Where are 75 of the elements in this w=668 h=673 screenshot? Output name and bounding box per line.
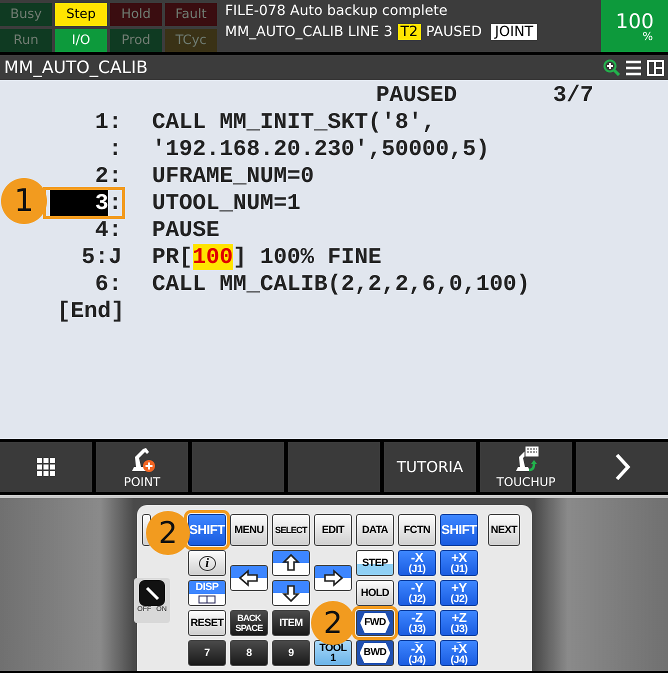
code-line[interactable]: CALL MM_CALIB(2,2,2,6,0,100) [152, 270, 530, 296]
pendant-key[interactable]: -X (J4) [398, 640, 436, 666]
code-line[interactable]: '192.168.20.230',50000,5) [152, 136, 490, 162]
status-lamp: Run [0, 29, 52, 52]
next-button[interactable] [576, 442, 668, 492]
status-lamp: TCyc [165, 29, 217, 52]
line-number[interactable]: 2: [88, 162, 122, 188]
line-position: 3/7 [553, 82, 594, 108]
pendant-key[interactable]: 9 [272, 640, 310, 666]
chevron-right-icon [614, 453, 630, 481]
pendant-key[interactable]: +Y (J2) [440, 580, 478, 606]
coord-system: JOINT [490, 24, 538, 40]
status-lamp: Busy [0, 3, 52, 26]
status-lamp: Prod [110, 29, 162, 52]
pendant-key[interactable]: SELECT [272, 514, 310, 546]
code-line[interactable]: UFRAME_NUM=0 [152, 162, 314, 188]
line-number[interactable]: 1: [88, 108, 122, 134]
arrow-key[interactable] [272, 580, 310, 606]
line-number[interactable]: 4: [88, 216, 122, 242]
arrow-key[interactable] [272, 550, 310, 576]
override-display: 100 % [601, 0, 668, 52]
function-key[interactable]: TOUCHUP [480, 442, 572, 492]
arrow-key[interactable] [230, 565, 268, 591]
pendant-key[interactable]: BACK SPACE [230, 610, 268, 636]
pendant-key[interactable]: RESET [188, 610, 226, 636]
pendant-key[interactable]: HOLD [356, 580, 394, 606]
code-line[interactable]: UTOOL_NUM=1 [152, 190, 301, 216]
pendant-key[interactable]: -Z (J3) [398, 610, 436, 636]
arrow-up-icon [281, 553, 301, 573]
menu-button[interactable] [0, 442, 92, 492]
menu-icon[interactable] [625, 60, 642, 76]
split-window-icon [198, 595, 216, 604]
pendant-key[interactable]: DATA [356, 514, 394, 546]
status-lamp: I/O [55, 29, 107, 52]
pendant-key[interactable]: -X (J1) [398, 550, 436, 576]
pendant-key[interactable]: +X (J1) [440, 550, 478, 576]
arrow-down-icon [281, 583, 301, 603]
pendant-key[interactable]: 8 [230, 640, 268, 666]
function-key[interactable]: TUTORIA [384, 442, 476, 492]
layout-icon[interactable] [647, 60, 664, 76]
pendant-key[interactable]: STEP [356, 550, 394, 576]
code-line[interactable]: PAUSE [152, 216, 220, 242]
arrow-left-icon [239, 568, 259, 588]
program-title: MM_AUTO_CALIB [4, 58, 149, 78]
line-number[interactable]: : [102, 136, 122, 162]
grid-icon [37, 458, 55, 476]
line-number[interactable]: 6: [88, 270, 122, 296]
status-lamp: Hold [110, 3, 162, 26]
pendant-key[interactable]: ITEM [272, 610, 310, 636]
pendant-key[interactable]: FCTN [398, 514, 436, 546]
function-key[interactable]: POINT [96, 442, 188, 492]
pendant-key[interactable]: SHIFT [440, 514, 478, 546]
alarm-message: FILE-078 Auto backup complete [225, 3, 448, 19]
code-line[interactable]: PR[100] 100% FINE [138, 244, 382, 270]
pendant-key[interactable]: 7 [188, 640, 226, 666]
mode-tag: T2 [398, 24, 421, 40]
pendant-key[interactable]: +X (J4) [440, 640, 478, 666]
status-text: MM_AUTO_CALIB LINE 3 [225, 24, 392, 40]
status-text: PAUSED [426, 24, 482, 40]
arrow-key[interactable] [314, 565, 352, 591]
pendant-key[interactable]: BWD [356, 640, 394, 666]
zoom-in-icon[interactable] [603, 59, 620, 76]
line-number[interactable]: 5:J [75, 244, 122, 270]
program-state: PAUSED [376, 82, 458, 108]
arrow-right-icon [323, 568, 343, 588]
status-lamp: Step [55, 3, 107, 26]
code-line[interactable]: CALL MM_INIT_SKT('8', [152, 108, 436, 134]
pendant-key[interactable]: EDIT [314, 514, 352, 546]
pendant-key[interactable]: NEXT [488, 514, 520, 546]
end-marker: [End] [57, 298, 125, 324]
pendant-key[interactable]: -Y (J2) [398, 580, 436, 606]
pendant-key[interactable]: +Z (J3) [440, 610, 478, 636]
status-lamp: Fault [165, 3, 217, 26]
pendant-key[interactable]: MENU [230, 514, 268, 546]
pendant-key[interactable]: i [188, 550, 226, 576]
